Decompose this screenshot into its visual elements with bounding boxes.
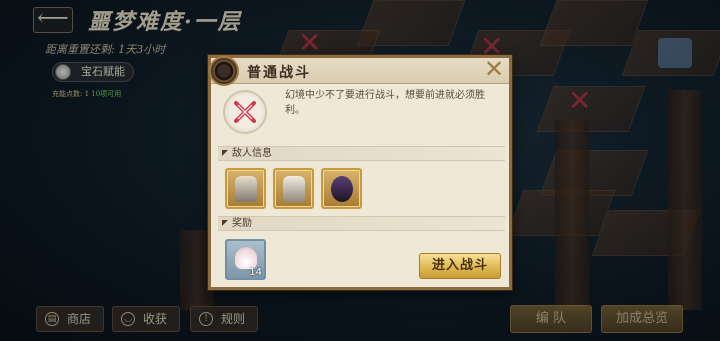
enemy-slot[interactable] xyxy=(321,168,362,209)
reward-count: 14 xyxy=(249,267,262,278)
medallion-icon xyxy=(209,56,239,86)
enemy-info-section: 敌人信息 xyxy=(218,146,505,161)
enemy-knight-icon xyxy=(235,176,257,202)
enemy-info-label: 敌人信息 xyxy=(232,148,272,159)
reward-item[interactable]: 14 xyxy=(225,239,266,280)
reward-label: 奖励 xyxy=(232,218,252,229)
battle-dialog: 普通战斗 ✕ 幻境中少不了要进行战斗，想要前进就必须胜利。 敌人信息 奖励 14… xyxy=(208,55,512,290)
dialog-title: 普通战斗 xyxy=(247,65,311,81)
seashell-icon xyxy=(235,247,257,269)
enemy-warrior-icon xyxy=(283,176,305,202)
crossed-swords-icon xyxy=(223,90,267,134)
close-icon[interactable]: ✕ xyxy=(483,57,505,81)
enemy-slot[interactable] xyxy=(273,168,314,209)
enter-battle-button[interactable]: 进入战斗 xyxy=(419,253,501,279)
dialog-header: 普通战斗 ✕ xyxy=(209,56,509,86)
triangle-icon xyxy=(222,150,228,156)
dialog-description: 幻境中少不了要进行战斗，想要前进就必须胜利。 xyxy=(285,90,485,116)
enemy-slot[interactable] xyxy=(225,168,266,209)
reward-section: 奖励 xyxy=(218,216,505,231)
triangle-icon xyxy=(222,220,228,226)
enemy-beast-icon xyxy=(331,176,353,202)
